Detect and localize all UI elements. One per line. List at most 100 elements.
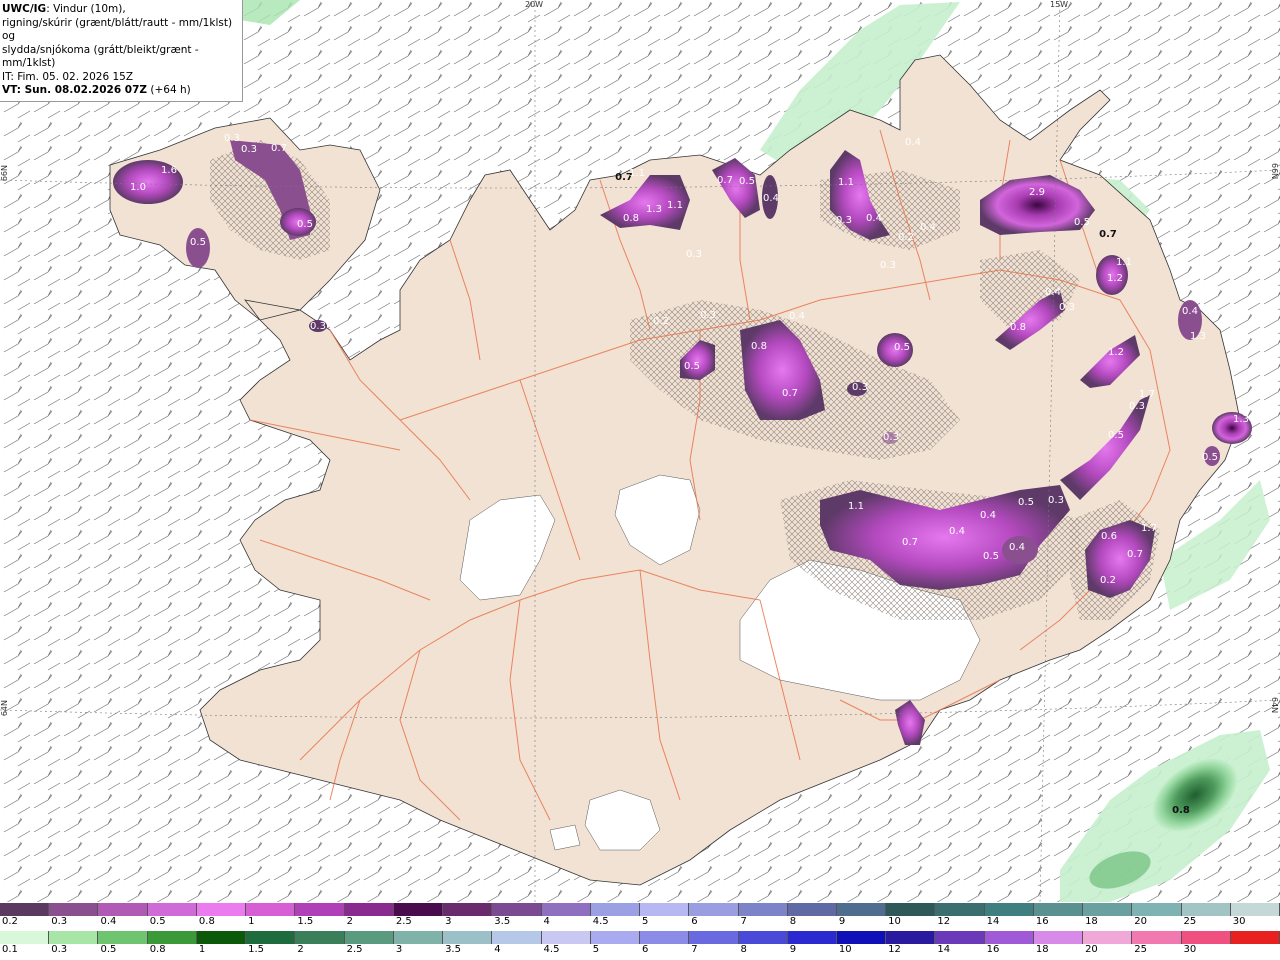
precip-value-label: 0.2	[898, 232, 914, 243]
legend-swatch	[886, 903, 936, 916]
precip-value-label: 0.5	[190, 237, 206, 248]
map-title-rest: : Vindur (10m),	[46, 3, 126, 15]
rain-legend-labels: 0.1 0.3 0.5 0.8 1 1.5 2 2.5 3 3.5 4 4.5 5 6 7 8 9 10 12 14 1…	[0, 944, 1280, 957]
legend-swatch	[246, 903, 296, 916]
precip-value-label: 0.3	[1059, 302, 1075, 313]
legend-swatch	[492, 903, 542, 916]
legend-swatch	[1083, 931, 1133, 944]
precip-value-label: 1.0	[130, 182, 146, 193]
legend-label: 18	[1035, 944, 1049, 955]
legend-label: 0.8	[198, 916, 215, 927]
precip-value-label: 1.2	[1107, 273, 1123, 284]
legend-swatch	[886, 931, 936, 944]
legend-label: 0.5	[149, 916, 166, 927]
legend-label: 5	[642, 916, 649, 927]
legend-swatch	[590, 903, 641, 916]
legend-label: 0.1	[2, 944, 18, 955]
precip-value-label: 1.1	[1116, 257, 1132, 268]
legend-swatch	[295, 903, 345, 916]
legend-swatch	[836, 931, 887, 944]
precip-value-label: 0.3	[880, 260, 896, 271]
precip-value-label: 0.5	[1074, 217, 1090, 228]
legend-label: 2	[346, 916, 353, 927]
precip-value-label: 0.2	[653, 316, 669, 327]
legend-swatch	[787, 931, 837, 944]
precip-value-label: 0.5	[297, 219, 313, 230]
legend-swatch	[541, 931, 591, 944]
lat-label-64n-right: 64N	[1270, 697, 1279, 714]
precip-value-label: 0.3	[852, 382, 868, 393]
precip-value-label: 0.3	[224, 133, 240, 144]
legend-label: 0.2	[2, 916, 18, 927]
precip-value-label: 0.4	[1045, 287, 1061, 298]
legend-swatch	[935, 931, 985, 944]
legend-swatch	[0, 903, 50, 916]
legend-swatch	[787, 903, 837, 916]
precip-value-label: 0.5	[739, 176, 755, 187]
lat-label-64n-left: 64N	[0, 700, 9, 717]
legend-swatch	[147, 903, 197, 916]
map-subtitle-snow: slydda/snjókoma (grátt/bleikt/grænt - mm…	[2, 43, 199, 70]
precip-value-label: 0.4	[980, 510, 996, 521]
legend-swatch	[443, 931, 493, 944]
precip-value-label: 0.6	[1101, 531, 1117, 542]
legend-label: 4	[543, 916, 550, 927]
precip-value-label: 0.5	[894, 342, 910, 353]
precip-value-label: 0.3	[686, 249, 702, 260]
legend-swatch	[492, 931, 542, 944]
precip-value-label: 0.3	[700, 310, 716, 321]
legend-label: 1	[198, 944, 206, 955]
precip-value-label: 0.4	[1009, 542, 1025, 553]
legend-swatch	[1132, 903, 1182, 916]
precip-value-label: 1.3	[1190, 331, 1206, 342]
precip-value-label: 0.7	[717, 175, 733, 186]
legend-label: 20	[1134, 916, 1148, 927]
lon-label-20w: 20W	[525, 0, 544, 9]
legend-swatch	[984, 903, 1034, 916]
precip-value-label: 0.4	[920, 222, 936, 233]
legend-label: 9	[838, 916, 846, 927]
legend-label: 6	[642, 944, 649, 955]
precip-value-label: 0.5	[684, 361, 700, 372]
precip-value-label: 2.9	[1029, 187, 1045, 198]
legend-swatch	[738, 931, 788, 944]
legend-label: 1	[248, 916, 255, 927]
legend-label: 9	[789, 944, 797, 955]
legend-swatch	[196, 931, 247, 944]
legend-swatch	[295, 931, 345, 944]
legend-label: 3	[445, 916, 452, 927]
legend-label: 1.5	[248, 944, 265, 955]
weather-map[interactable]: 0.20.21.01.60.30.30.70.50.50.30.71.10.81…	[0, 0, 1280, 902]
precip-value-label: 0.3	[310, 321, 326, 332]
legend-label: 18	[1085, 916, 1098, 927]
precip-value-label: 0.4	[1182, 306, 1198, 317]
precip-value-label: 0.4	[789, 311, 805, 322]
legend-swatch	[590, 931, 641, 944]
legend-label: 25	[1134, 944, 1148, 955]
snow-legend-colors	[0, 903, 1280, 916]
precip-value-label: 1.7	[1141, 523, 1157, 534]
legend-label: 3.5	[494, 916, 511, 927]
precip-value-label: 0.4	[866, 213, 882, 224]
legend-label: 0.8	[149, 944, 166, 955]
legend-label: 16	[986, 944, 1000, 955]
legend-swatch	[836, 903, 887, 916]
precip-value-label: 0.2	[1100, 575, 1116, 586]
precip-value-label: 1.6	[161, 165, 177, 176]
legend-swatch	[1181, 931, 1231, 944]
legend-swatch	[1033, 903, 1084, 916]
precip-value-label: 0.7	[1127, 549, 1143, 560]
legend-swatch	[344, 931, 394, 944]
legend-label: 0.3	[51, 944, 68, 955]
precip-value-label: 1.1	[629, 168, 645, 179]
legend-label: 4	[494, 944, 501, 955]
precip-value-label: 0.7	[1099, 229, 1117, 240]
precip-value-label: 0.4	[949, 526, 965, 537]
legend-swatch	[738, 903, 788, 916]
precip-value-label: 1.7	[1139, 389, 1155, 400]
precip-value-label: 1.1	[838, 177, 854, 188]
legend-swatch	[49, 903, 99, 916]
snow-legend: 0.2 0.3 0.4 0.5 0.8 1 1.5 2 2.5 3 3.5 4 4.5 5 6 7 8 9 10 12…	[0, 903, 1280, 929]
initial-time: IT: Fim. 05. 02. 2026 15Z	[2, 70, 134, 83]
map-info-box: UWC/IG: Vindur (10m), rigning/skúrir (gr…	[0, 0, 243, 102]
